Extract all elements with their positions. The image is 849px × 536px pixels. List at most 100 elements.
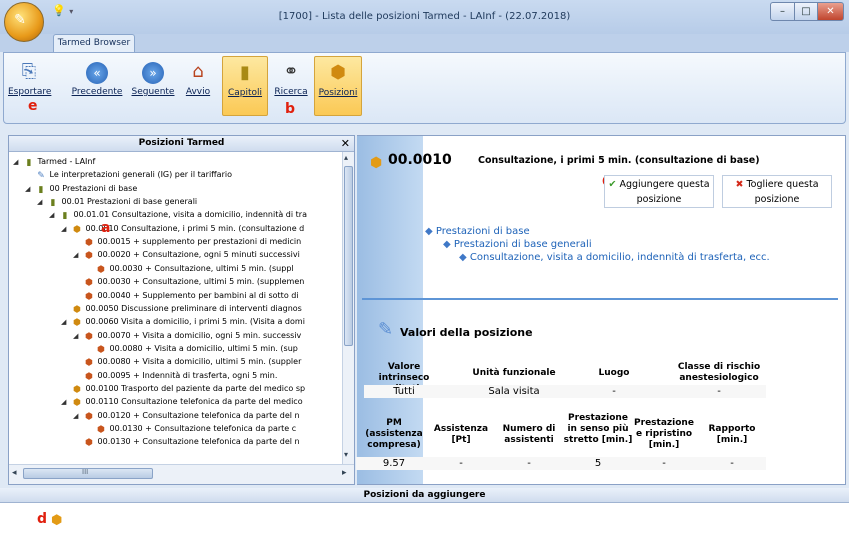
value-intrinsic: Tutti xyxy=(393,386,415,397)
header-assistance: Assistenza [Pt] xyxy=(433,424,489,445)
panel-title: Posizioni Tarmed xyxy=(138,138,225,148)
tree-item[interactable]: ⬢ 00.0130 + Consultazione telefonica da … xyxy=(73,435,300,448)
expand-toggle-icon[interactable]: ◢ xyxy=(73,330,83,343)
plus-cube-icon: ⬢ xyxy=(97,344,105,355)
remove-position-label: Togliere questa posizione xyxy=(746,179,819,205)
plus-cube-icon: ⬢ xyxy=(97,425,105,435)
tree-item[interactable]: ◢ ⬢ 00.0070 + Visita a domicilio, ogni 5 … xyxy=(73,329,301,342)
expand-toggle-icon[interactable]: ◢ xyxy=(73,249,83,262)
expand-toggle-icon[interactable]: ◢ xyxy=(37,196,47,209)
cube-icon: ⬢ xyxy=(73,224,81,235)
remove-position-button[interactable]: ✖ Togliere questa posizione xyxy=(722,175,832,208)
positions-tree[interactable]: ◢ ▮ Tarmed - LAInf ✎ Le interpretazioni ge… xyxy=(9,152,342,464)
tree-item-label: 00.0010 Consultazione, i primi 5 min. (c… xyxy=(85,223,305,233)
tree-item[interactable]: ⬢ 00.0095 + Indennità di trasferta, ogni… xyxy=(73,369,277,382)
previous-label: Precedente xyxy=(71,87,123,97)
expand-toggle-icon[interactable]: ◢ xyxy=(61,316,71,329)
scroll-up-icon[interactable]: ▴ xyxy=(344,153,348,162)
tree-item[interactable]: ◢ ⬢ 00.0120 + Consultazione telefonica da… xyxy=(73,409,300,422)
header-assistants-number: Numero di assistenti xyxy=(502,424,556,445)
tree-item[interactable]: ◢ ▮ Tarmed - LAInf xyxy=(13,155,95,168)
tree-item[interactable]: ◢ ▮ 00.01 Prestazioni di base generali xyxy=(37,195,197,208)
back-arrow-icon: « xyxy=(85,60,109,84)
header-functional-unit: Unità funzionale xyxy=(472,368,556,378)
cube-link-icon: ◆ xyxy=(459,252,467,263)
scroll-down-icon[interactable]: ▾ xyxy=(344,450,348,459)
book-icon: ▮ xyxy=(26,158,32,168)
tree-item[interactable]: ◢ ⬢ 00.0060 Visita a domicilio, i primi 5… xyxy=(61,315,305,328)
header-ratio: Rapporto [min.] xyxy=(708,424,756,445)
tree-item-selected[interactable]: ◢ ⬢ 00.0010 Consultazione, i primi 5 min.… xyxy=(61,222,305,236)
previous-button[interactable]: « Precedente xyxy=(71,56,123,116)
tree-item[interactable]: ⬢ 00.0030 + Consultazione, ultimi 5 min.… xyxy=(73,275,304,288)
tree-item[interactable]: ⬢ 00.0080 + Visita a domicilio, ultimi 5… xyxy=(85,342,298,355)
document-pen-icon: ✎ xyxy=(37,171,45,182)
scroll-left-icon[interactable]: ◂ xyxy=(12,468,17,478)
close-panel-button[interactable]: ✕ xyxy=(341,137,350,150)
tree-item[interactable]: ⬢ 00.0050 Discussione preliminare di int… xyxy=(61,302,302,315)
cube-icon: ⬢ xyxy=(73,304,81,315)
tree-item[interactable]: ◢ ⬢ 00.0110 Consultazione telefonica da p… xyxy=(61,395,303,408)
maximize-button[interactable]: □ xyxy=(794,2,818,21)
plus-cube-icon: ⬢ xyxy=(85,238,93,249)
breadcrumb-item-1[interactable]: ◆ Prestazioni di base xyxy=(425,225,770,238)
section-divider xyxy=(362,298,838,300)
value-anesthesiology-class: - xyxy=(717,386,721,397)
cube-icon: ⬢ xyxy=(73,318,81,329)
value-pm: 9.57 xyxy=(382,458,406,469)
tree-item[interactable]: ⬢ 00.0030 + Consultazione, ultimi 5 min.… xyxy=(85,262,294,275)
tree-item[interactable]: ⬢ 00.0040 + Supplemento per bambini al d… xyxy=(73,289,299,302)
tree-item-label: 00.0100 Trasporto del paziente da parte … xyxy=(85,383,306,393)
tree-item[interactable]: ⬢ 00.0080 + Visita a domicilio, ultimi 5… xyxy=(73,355,301,368)
header-pm: PM (assistenza compresa) xyxy=(365,418,423,450)
tab-tarmed-browser[interactable]: Tarmed Browser xyxy=(53,34,135,53)
cube-drop-icon[interactable]: ⬢ xyxy=(51,513,62,528)
ribbon xyxy=(3,52,846,124)
value-assistants-number: - xyxy=(527,458,531,469)
breadcrumb-item-3[interactable]: ◆ Consultazione, visita a domicilio, ind… xyxy=(425,251,770,264)
position-code: 00.0010 xyxy=(388,152,452,168)
remove-x-icon: ✖ xyxy=(735,179,744,190)
vertical-scroll-thumb[interactable] xyxy=(344,166,353,346)
tree-item[interactable]: ⬢ 00.0130 + Consultazione telefonica da … xyxy=(85,422,296,435)
tree-item[interactable]: ◢ ▮ 00 Prestazioni di base xyxy=(25,182,137,195)
tree-item[interactable]: ✎ Le interpretazioni generali (IG) per i… xyxy=(25,168,232,181)
breadcrumb-item-2[interactable]: ◆ Prestazioni di base generali xyxy=(425,238,770,251)
plus-cube-icon: ⬢ xyxy=(85,438,93,449)
expand-toggle-icon[interactable]: ◢ xyxy=(13,156,23,169)
plus-cube-icon: ⬢ xyxy=(85,278,93,289)
expand-toggle-icon[interactable]: ◢ xyxy=(25,183,35,196)
tree-item[interactable]: ◢ ▮ 00.01.01 Consultazione, visita a domi… xyxy=(49,208,307,221)
horizontal-scroll-thumb[interactable]: III xyxy=(23,468,153,479)
search-label: Ricerca xyxy=(274,87,308,97)
tree-item[interactable]: ⬢ 00.0015 + supplemento per prestazioni … xyxy=(73,235,301,248)
tree-item[interactable]: ◢ ⬢ 00.0020 + Consultazione, ogni 5 minut… xyxy=(73,248,300,261)
tree-item[interactable]: ⬢ 00.0100 Trasporto del paziente da part… xyxy=(61,382,305,395)
expand-toggle-icon[interactable]: ◢ xyxy=(61,223,71,236)
add-position-button[interactable]: ✔ Aggiungere questa posizione xyxy=(604,175,714,208)
chapters-button[interactable]: ▮ Capitoli xyxy=(222,56,268,116)
tree-item-label: 00.01.01 Consultazione, visita a domicil… xyxy=(73,210,307,220)
chapters-label: Capitoli xyxy=(227,88,263,98)
next-button[interactable]: » Seguente xyxy=(131,56,175,116)
tree-item-label: 00.0050 Discussione preliminare di inter… xyxy=(85,303,302,313)
home-button[interactable]: ⌂ Avvio xyxy=(183,56,213,116)
tree-item-label: 00.0080 + Visita a domicilio, ultimi 5 m… xyxy=(109,343,298,353)
scroll-right-icon[interactable]: ▸ xyxy=(342,468,347,478)
expand-toggle-icon[interactable]: ◢ xyxy=(73,410,83,423)
tree-item-label: Tarmed - LAInf xyxy=(37,157,96,166)
scroll-grip-icon: III xyxy=(82,468,89,476)
expand-toggle-icon[interactable]: ◢ xyxy=(49,209,59,222)
plus-cube-icon: ⬢ xyxy=(85,291,93,302)
cube-link-icon: ◆ xyxy=(425,226,433,237)
checkmark-icon: ✔ xyxy=(608,179,617,190)
next-label: Seguente xyxy=(131,87,175,97)
close-window-button[interactable]: ✕ xyxy=(817,2,844,21)
app-logo-icon: ✎ xyxy=(14,12,26,28)
binoculars-icon: ⚭ xyxy=(283,61,299,82)
expand-toggle-icon[interactable]: ◢ xyxy=(61,396,71,409)
add-position-label: Aggiungere questa posizione xyxy=(619,179,710,205)
positions-button[interactable]: ⬢ Posizioni xyxy=(314,56,362,116)
tree-item-label: 00.0060 Visita a domicilio, i primi 5 mi… xyxy=(85,317,305,327)
minimize-button[interactable]: – xyxy=(770,2,795,21)
